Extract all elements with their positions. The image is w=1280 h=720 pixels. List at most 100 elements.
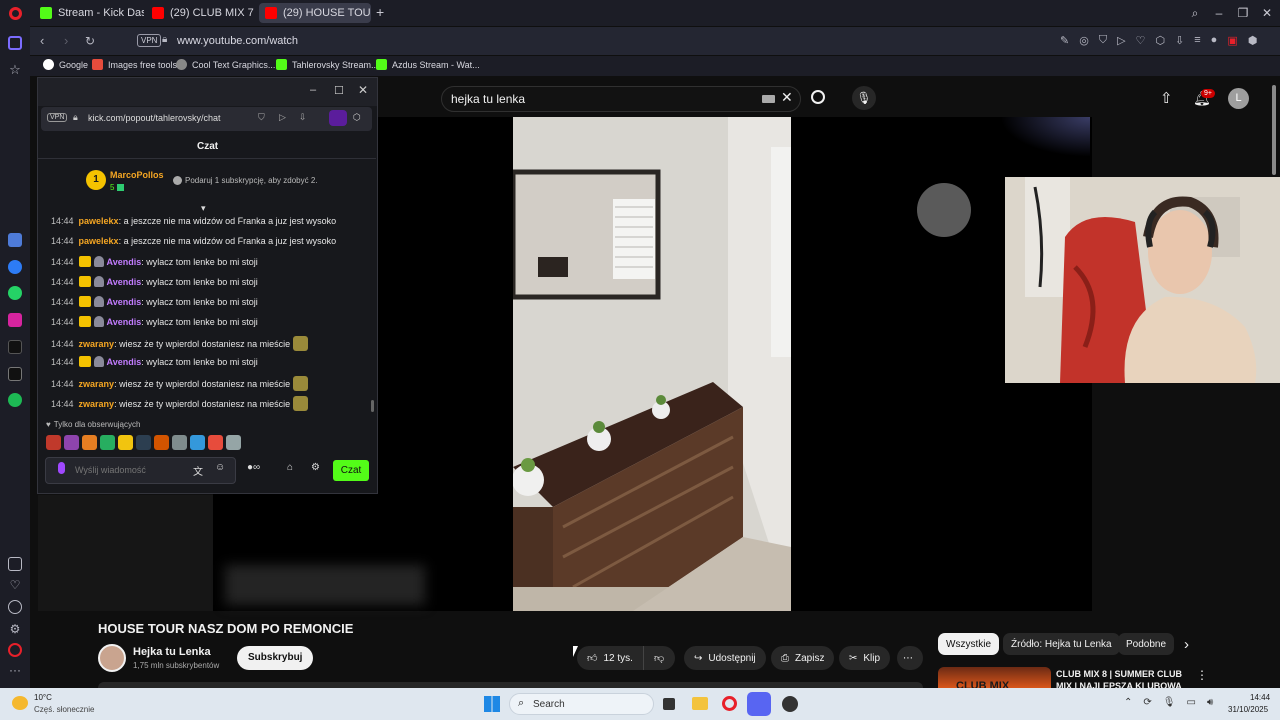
- opera-taskbar-icon[interactable]: [722, 696, 737, 711]
- message-username[interactable]: Avendis: [107, 317, 142, 327]
- extension-badge-icon[interactable]: ▣: [1227, 34, 1237, 47]
- clip-button[interactable]: ✂ Klip: [839, 646, 891, 670]
- tray-volume-icon[interactable]: 🔊︎: [1207, 697, 1213, 708]
- instagram-icon[interactable]: [8, 313, 22, 327]
- task-view-icon[interactable]: [663, 698, 675, 710]
- maximize-button[interactable]: ❐: [1235, 5, 1251, 21]
- clock-date[interactable]: 31/10/2025: [1228, 705, 1268, 714]
- bookmark-tahlerovsky[interactable]: Tahlerovsky Stream...: [276, 59, 379, 70]
- search-icon[interactable]: [811, 90, 825, 104]
- chip-all[interactable]: Wszystkie: [938, 633, 999, 655]
- close-window-button[interactable]: ✕: [1259, 5, 1275, 21]
- keyboard-icon[interactable]: [762, 95, 775, 103]
- send-chat-button[interactable]: Czat: [333, 460, 369, 481]
- tab-club-mix[interactable]: (29) CLUB MIX 7 | NAJLEPSZA: [146, 3, 256, 23]
- extension-icon[interactable]: [329, 110, 347, 126]
- discord-taskbar-icon[interactable]: [747, 692, 771, 716]
- close-popout-button[interactable]: ✕: [358, 83, 368, 97]
- menu-icon[interactable]: ≡: [1194, 34, 1200, 47]
- chat-message-input[interactable]: [75, 462, 185, 478]
- shield-icon[interactable]: ⛉: [1099, 34, 1107, 47]
- clear-search-icon[interactable]: ✕: [781, 89, 793, 106]
- tray-mic-icon[interactable]: 🎙︎: [1163, 697, 1176, 708]
- bookmark-images[interactable]: Images free tools: [92, 59, 177, 70]
- bookmark-cooltext[interactable]: Cool Text Graphics...: [176, 59, 275, 70]
- tab-kick-dashboard[interactable]: Stream - Kick Dashboard: [34, 3, 144, 23]
- vpn-badge[interactable]: VPN: [47, 113, 68, 122]
- like-button[interactable]: 👍︎ 12 tys.: [577, 646, 643, 670]
- file-explorer-icon[interactable]: [692, 697, 708, 710]
- message-username[interactable]: Avendis: [107, 357, 142, 367]
- store-icon[interactable]: ⌂: [287, 462, 293, 473]
- heart-icon[interactable]: ♡: [8, 578, 22, 592]
- aria-icon[interactable]: [8, 233, 22, 247]
- download-icon[interactable]: ⇩: [299, 112, 307, 123]
- chips-next-icon[interactable]: ›: [1184, 636, 1189, 653]
- emote-icon[interactable]: [46, 435, 61, 450]
- vpn-badge[interactable]: VPN: [137, 34, 162, 47]
- new-tab-button[interactable]: +: [376, 4, 384, 20]
- emote-icon[interactable]: [190, 435, 205, 450]
- pinned-username[interactable]: MarcoPollos: [110, 170, 164, 180]
- bookmark-azdus[interactable]: Azdus Stream - Wat...: [376, 59, 480, 70]
- favorite-icon[interactable]: ♡: [1136, 34, 1146, 47]
- emote-icon[interactable]: [82, 435, 97, 450]
- opera-logo-icon[interactable]: [9, 7, 22, 20]
- channel-avatar[interactable]: [98, 644, 126, 672]
- message-username[interactable]: Avendis: [107, 297, 142, 307]
- upload-icon[interactable]: ⇧: [1160, 89, 1173, 107]
- x-twitter-icon[interactable]: [8, 367, 22, 381]
- emote-icon[interactable]: [118, 435, 133, 450]
- mic-icon[interactable]: 🎙︎: [852, 86, 876, 110]
- recommendation-menu-icon[interactable]: ⋮: [1196, 668, 1208, 682]
- emote-icon[interactable]: [100, 435, 115, 450]
- send-icon[interactable]: ▷: [279, 112, 286, 123]
- home-icon[interactable]: [8, 36, 22, 50]
- camera-icon[interactable]: ◎: [1079, 34, 1089, 47]
- profile-icon[interactable]: ●: [1211, 34, 1218, 47]
- recommendation-thumbnail[interactable]: CLUB MIX: [938, 667, 1051, 688]
- url-field[interactable]: www.youtube.com/watch: [177, 35, 298, 47]
- messenger-icon[interactable]: [8, 260, 22, 274]
- settings-icon[interactable]: ⚙: [8, 622, 22, 636]
- message-username[interactable]: zwarany: [79, 399, 115, 409]
- subscribe-button[interactable]: Subskrybuj: [237, 646, 314, 670]
- bookmark-google[interactable]: Google: [43, 59, 88, 70]
- points-icon[interactable]: ●∞: [247, 462, 260, 473]
- opera-mini-icon[interactable]: [8, 643, 22, 657]
- weather-icon[interactable]: [12, 696, 28, 710]
- chip-source[interactable]: Źródło: Hejka tu Lenka: [1003, 633, 1120, 655]
- more-icon[interactable]: ···: [8, 664, 22, 679]
- download-icon[interactable]: ⇩: [1175, 34, 1184, 47]
- maximize-button[interactable]: ☐: [334, 84, 344, 97]
- obs-taskbar-icon[interactable]: [782, 696, 798, 712]
- minimize-button[interactable]: –: [1211, 5, 1227, 21]
- weather-temp[interactable]: 10°C: [34, 693, 52, 702]
- cube-icon[interactable]: ⬡: [1155, 34, 1165, 47]
- tray-display-icon[interactable]: ▭: [1186, 697, 1195, 708]
- emote-icon[interactable]: [136, 435, 151, 450]
- taskbar-search-box[interactable]: ⌕ Search: [509, 693, 654, 715]
- message-username[interactable]: pawelekx: [79, 236, 119, 246]
- emote-icon[interactable]: [208, 435, 223, 450]
- spotify-icon[interactable]: [8, 393, 22, 407]
- apps-grid-icon[interactable]: [8, 557, 22, 571]
- emote-icon[interactable]: [226, 435, 241, 450]
- emoji-icon[interactable]: ☺: [215, 462, 225, 473]
- emote-icon[interactable]: [172, 435, 187, 450]
- chat-scrollbar[interactable]: [371, 400, 374, 412]
- shield-icon[interactable]: ⛉: [258, 112, 265, 123]
- translate-icon[interactable]: 文: [193, 463, 203, 478]
- whatsapp-icon[interactable]: [8, 286, 22, 300]
- tray-sync-icon[interactable]: ⟳: [1143, 697, 1151, 708]
- star-icon[interactable]: ☆: [8, 63, 22, 77]
- history-icon[interactable]: [8, 600, 22, 614]
- scrollbar[interactable]: [1272, 85, 1276, 175]
- collapse-icon[interactable]: ▾: [201, 203, 206, 214]
- share-button[interactable]: ↪ Udostępnij: [684, 646, 766, 670]
- cube-icon[interactable]: ⬡: [353, 112, 361, 123]
- chip-similar[interactable]: Podobne: [1118, 633, 1175, 655]
- edit-icon[interactable]: ✎: [1060, 34, 1069, 47]
- mic-icon[interactable]: [58, 462, 65, 474]
- chat-settings-icon[interactable]: ⚙: [311, 462, 320, 473]
